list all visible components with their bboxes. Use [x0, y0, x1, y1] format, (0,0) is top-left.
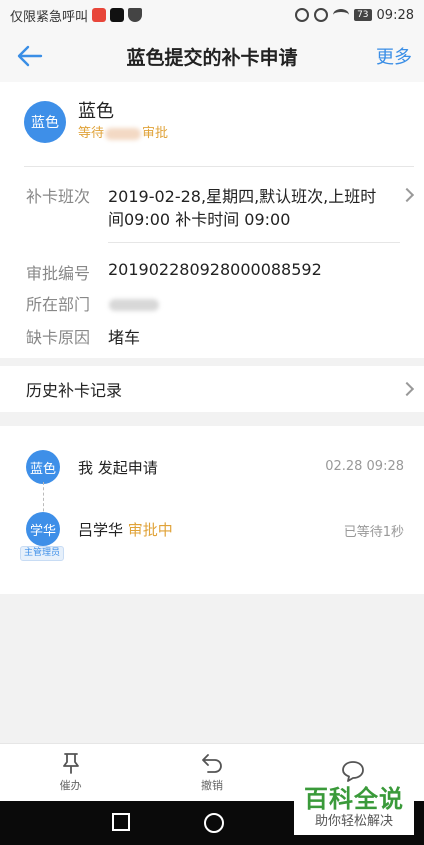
chevron-right-icon: [399, 187, 415, 203]
clock: 09:28: [376, 7, 414, 23]
approval-status: 等待 审批: [78, 124, 168, 144]
urge-label: 催办: [59, 779, 82, 792]
weibo-icon: [92, 8, 107, 22]
chevron-right-icon: [399, 381, 415, 397]
watermark-subtitle: 助你轻松解决: [314, 814, 393, 829]
approval-no-label: 审批编号: [26, 264, 91, 283]
page-title: 蓝色提交的补卡申请: [126, 46, 298, 69]
carrier-text: 仅限紧急呼叫: [10, 9, 89, 25]
nfc-icon: [295, 8, 310, 22]
shift-label: 补卡班次: [26, 187, 91, 206]
divider: [24, 166, 414, 167]
timeline-action: 审批中: [127, 521, 173, 539]
redacted-department: [109, 298, 159, 311]
wifi-icon: [333, 9, 350, 21]
watermark-title: 百科全说: [304, 785, 404, 813]
timeline-name: 我: [78, 459, 94, 477]
timeline-entry-approver: 吕学华 审批中: [78, 519, 173, 540]
shield-icon: [128, 8, 143, 22]
timeline-wait-time: 已等待1秒: [343, 525, 404, 540]
reason-label: 缺卡原因: [26, 328, 91, 347]
recent-apps-button[interactable]: [112, 813, 130, 831]
watermark-logo: 百科全说 助你轻松解决: [294, 785, 414, 835]
status-left: 仅限紧急呼叫: [10, 6, 143, 25]
redacted-name: [105, 127, 142, 140]
tiktok-icon: [110, 8, 125, 22]
avatar: 学华: [26, 512, 60, 546]
approval-no-value: 201902280928000088592: [108, 260, 322, 279]
status-prefix: 等待: [78, 126, 105, 141]
app-header: 蓝色提交的补卡申请 更多: [0, 30, 424, 82]
history-records-row[interactable]: 历史补卡记录: [0, 366, 424, 412]
applicant-name: 蓝色: [78, 101, 114, 122]
reason-value: 堵车: [108, 328, 141, 347]
department-label: 所在部门: [26, 295, 91, 314]
revoke-button[interactable]: 撤销: [141, 744, 282, 801]
timeline-name: 吕学华: [78, 521, 124, 539]
back-arrow-icon: [17, 45, 43, 67]
request-card: 蓝色 蓝色 等待 审批 补卡班次 2019-02-28,星期四,默认班次,上班时 …: [0, 82, 424, 358]
role-badge: 主管理员: [20, 546, 65, 561]
shift-value-line1: 2019-02-28,星期四,默认班次,上班时: [108, 187, 377, 206]
approval-timeline: 蓝色 我 发起申请 02.28 09:28 学华 主管理员 吕学华 审批中 已等…: [0, 426, 424, 594]
timeline-time: 02.28 09:28: [325, 459, 404, 474]
department-value: [108, 294, 160, 313]
back-button[interactable]: [0, 30, 60, 82]
undo-icon: [202, 754, 222, 773]
status-bar: 仅限紧急呼叫 73 09:28: [0, 0, 424, 30]
avatar: 蓝色: [24, 101, 66, 143]
status-right: 73 09:28: [295, 8, 414, 23]
shift-value-line2: 间09:00 补卡时间 09:00: [108, 210, 291, 229]
comment-icon: [342, 761, 365, 782]
applicant-info: 蓝色 蓝色 等待 审批: [24, 100, 168, 144]
avatar: 蓝色: [26, 450, 60, 484]
revoke-label: 撤销: [200, 779, 223, 792]
battery-icon: 73: [354, 9, 372, 21]
history-label: 历史补卡记录: [26, 381, 123, 400]
divider: [108, 242, 400, 243]
pin-icon: [62, 753, 79, 774]
home-button[interactable]: [204, 813, 224, 833]
timeline-entry-applicant: 我 发起申请: [78, 457, 158, 478]
status-suffix: 审批: [142, 126, 169, 141]
urge-button[interactable]: 催办: [0, 744, 141, 801]
more-button[interactable]: 更多: [364, 43, 424, 69]
eye-icon: [314, 8, 329, 22]
timeline-action: 发起申请: [97, 459, 158, 477]
